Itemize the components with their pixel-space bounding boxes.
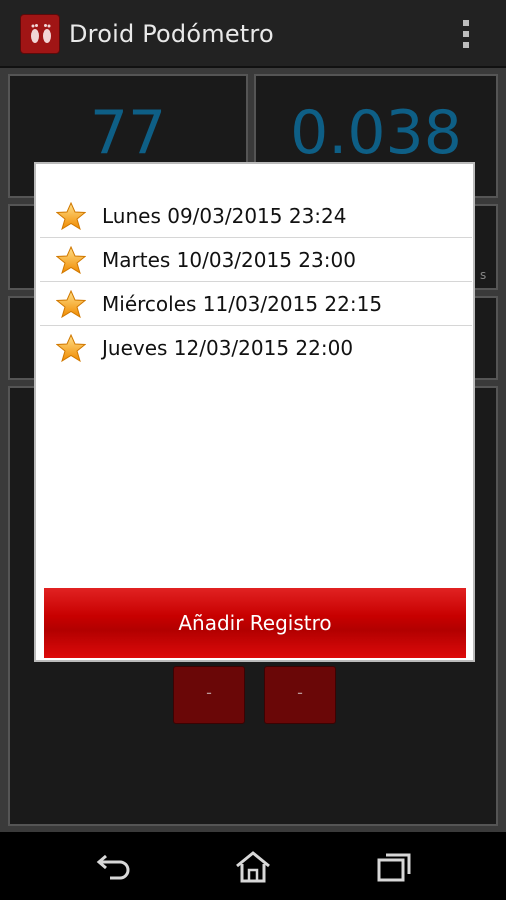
minus-button-right[interactable]: - [264,666,336,724]
star-icon [55,201,87,231]
steps-value: 77 [89,98,167,168]
minus-button-left[interactable]: - [173,666,245,724]
records-list: Lunes 09/03/2015 23:24 Martes 10/03/2015 … [40,194,472,370]
action-bar: Droid Podómetro [0,0,506,68]
footprints-icon[interactable] [20,14,60,54]
recents-icon[interactable] [375,850,415,884]
star-icon [55,333,87,363]
app-title: Droid Podómetro [69,20,274,48]
add-record-button[interactable]: Añadir Registro [44,588,466,658]
system-nav-bar [0,832,506,900]
list-item[interactable]: Jueves 12/03/2015 22:00 [40,326,472,370]
list-item-label: Lunes 09/03/2015 23:24 [102,204,347,228]
star-icon [55,289,87,319]
home-icon[interactable] [233,850,273,884]
list-item-label: Jueves 12/03/2015 22:00 [102,336,354,360]
panel-suffix: s [480,268,487,282]
list-item[interactable]: Lunes 09/03/2015 23:24 [40,194,472,238]
overflow-menu-icon[interactable] [458,18,474,52]
list-item[interactable]: Miércoles 11/03/2015 22:15 [40,282,472,326]
list-item[interactable]: Martes 10/03/2015 23:00 [40,238,472,282]
distance-value: 0.038 [290,98,462,168]
star-icon [55,245,87,275]
back-icon[interactable] [94,850,134,884]
records-dialog: Lunes 09/03/2015 23:24 Martes 10/03/2015 … [34,162,475,662]
list-item-label: Martes 10/03/2015 23:00 [102,248,356,272]
list-item-label: Miércoles 11/03/2015 22:15 [102,292,383,316]
